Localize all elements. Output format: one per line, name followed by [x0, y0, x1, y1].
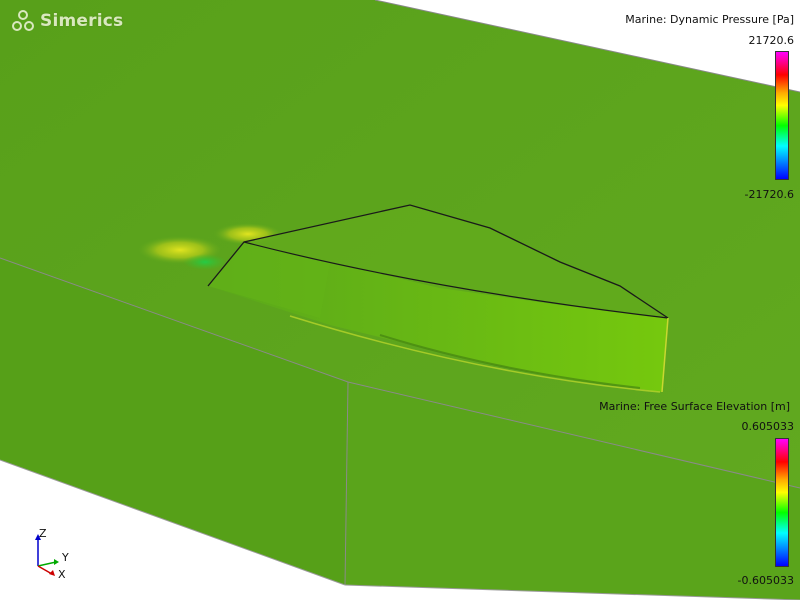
simerics-logo-icon [12, 10, 34, 31]
axis-triad-icon [35, 534, 59, 576]
simulation-scene[interactable] [0, 0, 800, 600]
axis-x-label: X [58, 568, 66, 581]
pressure-legend-title: Marine: Dynamic Pressure [Pa] [625, 13, 794, 26]
elevation-colorbar [775, 438, 789, 567]
pressure-legend-min: -21720.6 [744, 188, 794, 201]
elevation-legend-max: 0.605033 [741, 420, 795, 433]
axis-z-label: Z [39, 527, 47, 540]
pressure-colorbar [775, 51, 789, 180]
logo-text: Simerics [40, 11, 124, 31]
render-viewport[interactable]: Simerics Marine: Dynamic Pressure [Pa] 2… [0, 0, 800, 600]
elevation-legend-min: -0.605033 [737, 574, 794, 587]
wake-contour [183, 254, 227, 270]
axis-y-label: Y [62, 551, 69, 564]
pressure-legend-max: 21720.6 [748, 34, 795, 47]
app-logo: Simerics [10, 8, 123, 34]
elevation-legend-title: Marine: Free Surface Elevation [m] [599, 400, 790, 413]
